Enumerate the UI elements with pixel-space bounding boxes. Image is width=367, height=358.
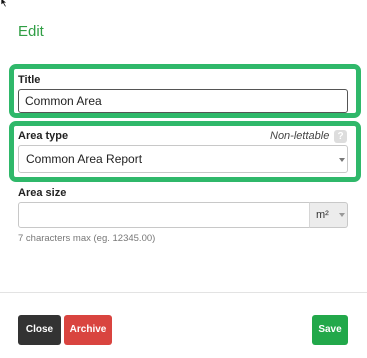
close-button[interactable]: Close xyxy=(18,315,61,345)
archive-button[interactable]: Archive xyxy=(64,315,112,345)
help-icon[interactable]: ? xyxy=(334,130,347,143)
unit-chevron-down-icon xyxy=(339,213,345,217)
footer-divider xyxy=(0,292,367,293)
title-label: Title xyxy=(18,74,41,86)
lettable-status: Non-lettable xyxy=(270,130,330,142)
chevron-down-icon xyxy=(339,158,345,162)
dialog-title: Edit xyxy=(18,23,44,40)
area-unit-select[interactable]: m² xyxy=(309,202,348,228)
area-type-select[interactable]: Common Area Report xyxy=(18,145,348,173)
area-type-selected-value: Common Area Report xyxy=(26,152,143,166)
title-input[interactable] xyxy=(18,89,348,113)
area-size-label: Area size xyxy=(18,187,67,199)
area-size-hint: 7 characters max (eg. 12345.00) xyxy=(18,233,156,244)
mouse-pointer-icon xyxy=(0,0,8,8)
save-button[interactable]: Save xyxy=(312,315,348,345)
area-unit-label: m² xyxy=(316,209,329,221)
area-type-label: Area type xyxy=(18,130,69,142)
area-size-input[interactable] xyxy=(18,202,310,228)
